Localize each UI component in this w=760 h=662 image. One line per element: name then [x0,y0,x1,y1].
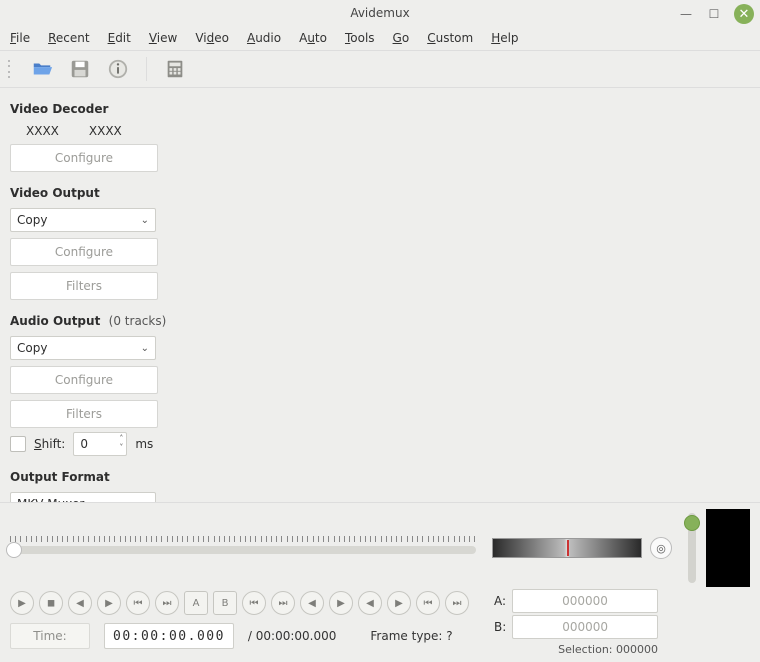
shift-label: Shift: [34,437,65,451]
info-button[interactable] [104,55,132,83]
shift-value: 0 [80,437,88,451]
marker-a-field[interactable]: 000000 [512,589,658,613]
playback-controls: ▶ ◼ ◀ ▶ ⏮ ⏭ A B ⏮ ⏭ ◀ ▶ ◀ ▶ ⏮ ⏭ [10,591,476,615]
menu-go[interactable]: Go [393,31,410,45]
jog-wheel[interactable] [492,538,642,558]
prev-black-button[interactable]: ◀ [300,591,324,615]
video-decoder-heading: Video Decoder [10,102,175,116]
jog-reset-button[interactable]: ◎ [650,537,672,559]
menu-video[interactable]: Video [195,31,229,45]
shift-spinbox[interactable]: 0 ˄˅ [73,432,127,456]
video-output-filters-button[interactable]: Filters [10,272,158,300]
marker-b-label: B: [494,620,506,634]
prev-frame-button[interactable]: ◀ [68,591,92,615]
frame-type-label: Frame type: ? [370,629,452,643]
spin-down-icon[interactable]: ˅ [119,443,123,452]
audio-output-select[interactable]: Copy ⌄ [10,336,156,360]
spin-up-icon[interactable]: ˄ [119,434,123,443]
shift-unit: ms [135,437,153,451]
go-marker-a-button[interactable]: ◀ [358,591,382,615]
menu-edit[interactable]: Edit [108,31,131,45]
menu-custom[interactable]: Custom [427,31,473,45]
audio-output-selected: Copy [17,341,47,355]
next-intra-button[interactable]: ⏭ [155,591,179,615]
floppy-save-icon [69,58,91,80]
time-total: / 00:00:00.000 [248,629,336,643]
stop-button[interactable]: ◼ [39,591,63,615]
decoder-value-1: XXXX [26,124,59,138]
next-cut-button[interactable]: ⏭ [445,591,469,615]
timeline[interactable] [10,536,476,560]
time-field[interactable]: 00:00:00.000 [104,623,234,649]
decoder-configure-button[interactable]: Configure [10,144,158,172]
save-button[interactable] [66,55,94,83]
video-output-configure-button[interactable]: Configure [10,238,158,266]
film-calc-icon [164,58,186,80]
toolbar [0,50,760,88]
info-icon [107,58,129,80]
toolbar-separator [146,57,147,81]
volume-slider[interactable] [688,513,696,583]
menu-view[interactable]: View [149,31,177,45]
menu-recent[interactable]: Recent [48,31,90,45]
audio-tracks-count: (0 tracks) [109,314,167,328]
prev-cut-button[interactable]: ⏮ [416,591,440,615]
set-marker-b-button[interactable]: B [213,591,237,615]
calculator-button[interactable] [161,55,189,83]
chevron-down-icon: ⌄ [141,215,149,226]
menu-auto[interactable]: Auto [299,31,327,45]
audio-output-configure-button[interactable]: Configure [10,366,158,394]
maximize-button[interactable]: ☐ [706,6,722,22]
selection-label: Selection: 000000 [494,643,658,656]
menu-help[interactable]: Help [491,31,518,45]
go-marker-b-button[interactable]: ▶ [387,591,411,615]
menubar: File Recent Edit View Video Audio Auto T… [0,26,760,50]
vu-meter [706,509,750,587]
preview-area [185,88,760,502]
marker-b-field[interactable]: 000000 [512,615,658,639]
window-title: Avidemux [350,6,409,20]
bottom-panel: ◎ ▶ ◼ ◀ ▶ ⏮ ⏭ A B ⏮ ⏭ ◀ ▶ ◀ ▶ [0,502,760,662]
next-frame-button[interactable]: ▶ [97,591,121,615]
time-button[interactable]: Time: [10,623,90,649]
play-button[interactable]: ▶ [10,591,34,615]
menu-audio[interactable]: Audio [247,31,281,45]
output-format-heading: Output Format [10,470,175,484]
selection-panel: A: 000000 B: 000000 Selection: 000000 [494,589,658,656]
minimize-button[interactable]: — [678,6,694,22]
titlebar: Avidemux — ☐ ✕ [0,0,760,26]
marker-a-label: A: [494,594,506,608]
toolbar-grip [8,58,14,80]
open-button[interactable] [28,55,56,83]
set-marker-a-button[interactable]: A [184,591,208,615]
folder-open-icon [31,58,53,80]
prev-keyframe-button[interactable]: ⏮ [242,591,266,615]
menu-file[interactable]: File [10,31,30,45]
volume-knob[interactable] [684,515,700,531]
audio-output-heading: Audio Output (0 tracks) [10,314,175,328]
timeline-knob[interactable] [6,542,22,558]
chevron-down-icon: ⌄ [141,343,149,354]
shift-checkbox[interactable] [10,436,26,452]
close-button[interactable]: ✕ [734,4,754,24]
menu-tools[interactable]: Tools [345,31,375,45]
next-keyframe-button[interactable]: ⏭ [271,591,295,615]
video-output-select[interactable]: Copy ⌄ [10,208,156,232]
audio-output-filters-button[interactable]: Filters [10,400,158,428]
video-output-selected: Copy [17,213,47,227]
next-black-button[interactable]: ▶ [329,591,353,615]
sidebar: Video Decoder XXXX XXXX Configure Video … [0,88,185,502]
video-output-heading: Video Output [10,186,175,200]
output-format-select[interactable]: MKV Muxer ⌄ [10,492,156,502]
decoder-value-2: XXXX [89,124,122,138]
prev-intra-button[interactable]: ⏮ [126,591,150,615]
